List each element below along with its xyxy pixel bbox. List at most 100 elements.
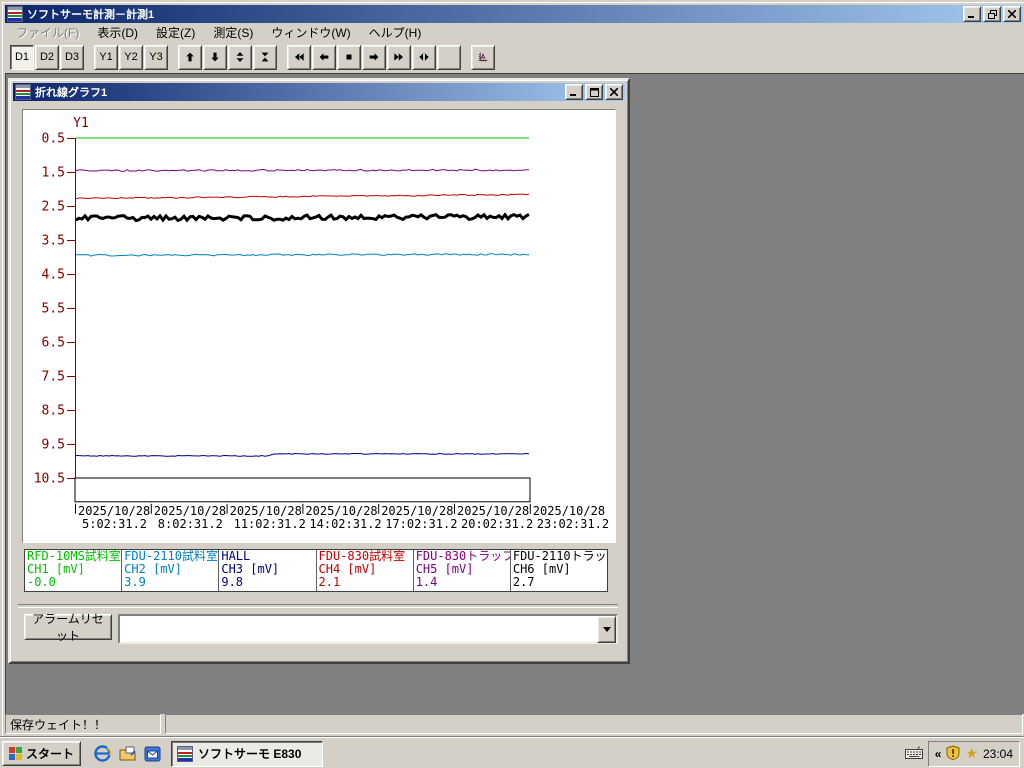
- toolbar-button-d2[interactable]: D2: [35, 44, 59, 70]
- menu-item-file[interactable]: ファイル(F): [7, 22, 88, 43]
- restore-button[interactable]: [983, 6, 1001, 22]
- trace-ch4: [75, 193, 530, 200]
- svg-text:5.5: 5.5: [42, 302, 65, 317]
- security-shield-icon[interactable]: [946, 744, 960, 763]
- toolbar-button-y3[interactable]: Y3: [144, 44, 168, 70]
- task-button-label: ソフトサーモ E830: [198, 747, 302, 761]
- toolbar-button-d3[interactable]: D3: [60, 44, 84, 70]
- toolbar: D1 D2 D3 Y1 Y2 Y3: [5, 41, 1023, 74]
- compress-vertical-icon: [261, 52, 269, 62]
- show-desktop-icon[interactable]: [118, 745, 136, 763]
- expand-vertical-icon: [236, 52, 244, 62]
- fast-forward-icon: [394, 53, 404, 61]
- tray-panel: « ★ 23:04: [927, 740, 1020, 767]
- right-arrow-button[interactable]: [362, 44, 386, 70]
- start-button[interactable]: スタート: [2, 741, 82, 766]
- status-panel-2: [165, 714, 1023, 734]
- task-button-icon: [177, 745, 194, 762]
- graph-close-button[interactable]: [605, 84, 623, 100]
- left-arrow-icon: [319, 53, 329, 61]
- trace-ch3: [75, 452, 530, 457]
- expand-horizontal-button[interactable]: [412, 44, 436, 70]
- rewind-icon: [294, 53, 304, 61]
- stop-icon: [346, 54, 352, 60]
- graph-window-icon: [15, 84, 31, 100]
- start-button-label: スタート: [26, 747, 75, 761]
- keyboard-icon[interactable]: [904, 746, 923, 762]
- svg-text:14:02:31.2: 14:02:31.2: [309, 517, 381, 531]
- svg-text:4.5: 4.5: [42, 268, 65, 283]
- expand-horizontal-icon: [419, 53, 429, 61]
- alarm-reset-button[interactable]: アラームリセット: [24, 612, 112, 643]
- alarm-combo: [118, 614, 618, 644]
- alarm-combo-input[interactable]: [120, 616, 597, 642]
- svg-text:2025/10/28: 2025/10/28: [78, 504, 150, 518]
- svg-text:2025/10/28: 2025/10/28: [381, 504, 453, 518]
- toolbar-button-d1[interactable]: D1: [10, 44, 34, 70]
- svg-text:8.5: 8.5: [42, 404, 65, 419]
- trace-ch6: [75, 212, 530, 223]
- rewind-button[interactable]: [287, 44, 311, 70]
- chevron-collapse-icon[interactable]: «: [935, 747, 942, 761]
- main-titlebar[interactable]: ソフトサーモ計測－計測1: [5, 5, 1023, 23]
- compress-vertical-button[interactable]: [253, 44, 277, 70]
- star-icon[interactable]: ★: [965, 745, 978, 762]
- graph-window-title: 折れ線グラフ1: [35, 87, 108, 99]
- toolbar-button-y1[interactable]: Y1: [94, 44, 118, 70]
- compress-horizontal-button[interactable]: [437, 44, 461, 70]
- graph-window-titlebar[interactable]: 折れ線グラフ1: [13, 83, 625, 101]
- task-button-softthermo[interactable]: ソフトサーモ E830: [171, 740, 324, 767]
- expand-vertical-button[interactable]: [228, 44, 252, 70]
- down-arrow-icon: [211, 52, 219, 62]
- svg-text:9.5: 9.5: [42, 438, 65, 453]
- graph-maximize-button[interactable]: [585, 84, 603, 100]
- svg-text:2025/10/28: 2025/10/28: [533, 504, 605, 518]
- up-arrow-icon: [186, 52, 194, 62]
- menu-item-view[interactable]: 表示(D): [88, 22, 147, 43]
- up-arrow-button[interactable]: [178, 44, 202, 70]
- svg-text:2025/10/28: 2025/10/28: [230, 504, 302, 518]
- svg-text:6.5: 6.5: [42, 336, 65, 351]
- graph-icon: [478, 52, 488, 62]
- outlook-express-icon[interactable]: [143, 745, 161, 763]
- graph-minimize-button[interactable]: [565, 84, 583, 100]
- legend-value: 9.8: [221, 575, 244, 589]
- legend-ch6: FDU-2110トラップCH6 [mV]2.7: [509, 550, 607, 591]
- right-arrow-icon: [369, 53, 379, 61]
- internet-explorer-icon[interactable]: [93, 745, 111, 763]
- legend-value: 1.4: [415, 575, 438, 589]
- menu-item-settings[interactable]: 設定(Z): [147, 22, 204, 43]
- windows-logo-icon: [9, 747, 22, 760]
- svg-text:2025/10/28: 2025/10/28: [457, 504, 529, 518]
- menu-item-measure[interactable]: 測定(S): [204, 22, 262, 43]
- svg-text:5:02:31.2: 5:02:31.2: [82, 517, 147, 531]
- svg-text:20:02:31.2: 20:02:31.2: [461, 517, 533, 531]
- svg-text:7.5: 7.5: [42, 370, 65, 385]
- menu-item-help[interactable]: ヘルプ(H): [360, 22, 431, 43]
- legend-ch5: FDU-830トラップ CH5 [mV] 1.4: [412, 550, 510, 591]
- left-arrow-button[interactable]: [312, 44, 336, 70]
- graph-button[interactable]: [471, 44, 495, 70]
- menu-item-window[interactable]: ウィンドウ(W): [262, 22, 359, 43]
- svg-text:0.5: 0.5: [42, 132, 65, 147]
- separator: [18, 604, 618, 608]
- svg-text:3.5: 3.5: [42, 234, 65, 249]
- combo-dropdown-button[interactable]: [597, 616, 616, 643]
- svg-text:Y1: Y1: [73, 116, 89, 131]
- trace-ch5: [75, 168, 530, 172]
- tray-clock: 23:04: [982, 746, 1013, 761]
- fast-forward-button[interactable]: [387, 44, 411, 70]
- toolbar-button-y2[interactable]: Y2: [119, 44, 143, 70]
- graph-window: 折れ線グラフ1 Y1 0.5 1.5 2.5 3.5 4.5 5.5 6.5 7.5 8.5 9.5…: [8, 78, 630, 664]
- close-button[interactable]: [1003, 6, 1021, 22]
- minimize-button[interactable]: [963, 6, 981, 22]
- svg-text:11:02:31.2: 11:02:31.2: [234, 517, 306, 531]
- legend-value: 3.9: [124, 575, 146, 589]
- svg-text:10.5: 10.5: [34, 472, 65, 487]
- down-arrow-button[interactable]: [203, 44, 227, 70]
- legend-value: 2.7: [512, 575, 535, 589]
- main-window: ソフトサーモ計測－計測1 ファイル(F) 表示(D) 設定(Z) 測定(S) ウィンドウ…: [0, 0, 1024, 739]
- legend-value: 2.1: [318, 575, 341, 589]
- mdi-client-area: 折れ線グラフ1 Y1 0.5 1.5 2.5 3.5 4.5 5.5 6.5 7.5 8.5 9.5…: [5, 73, 1024, 715]
- stop-button[interactable]: [337, 44, 361, 70]
